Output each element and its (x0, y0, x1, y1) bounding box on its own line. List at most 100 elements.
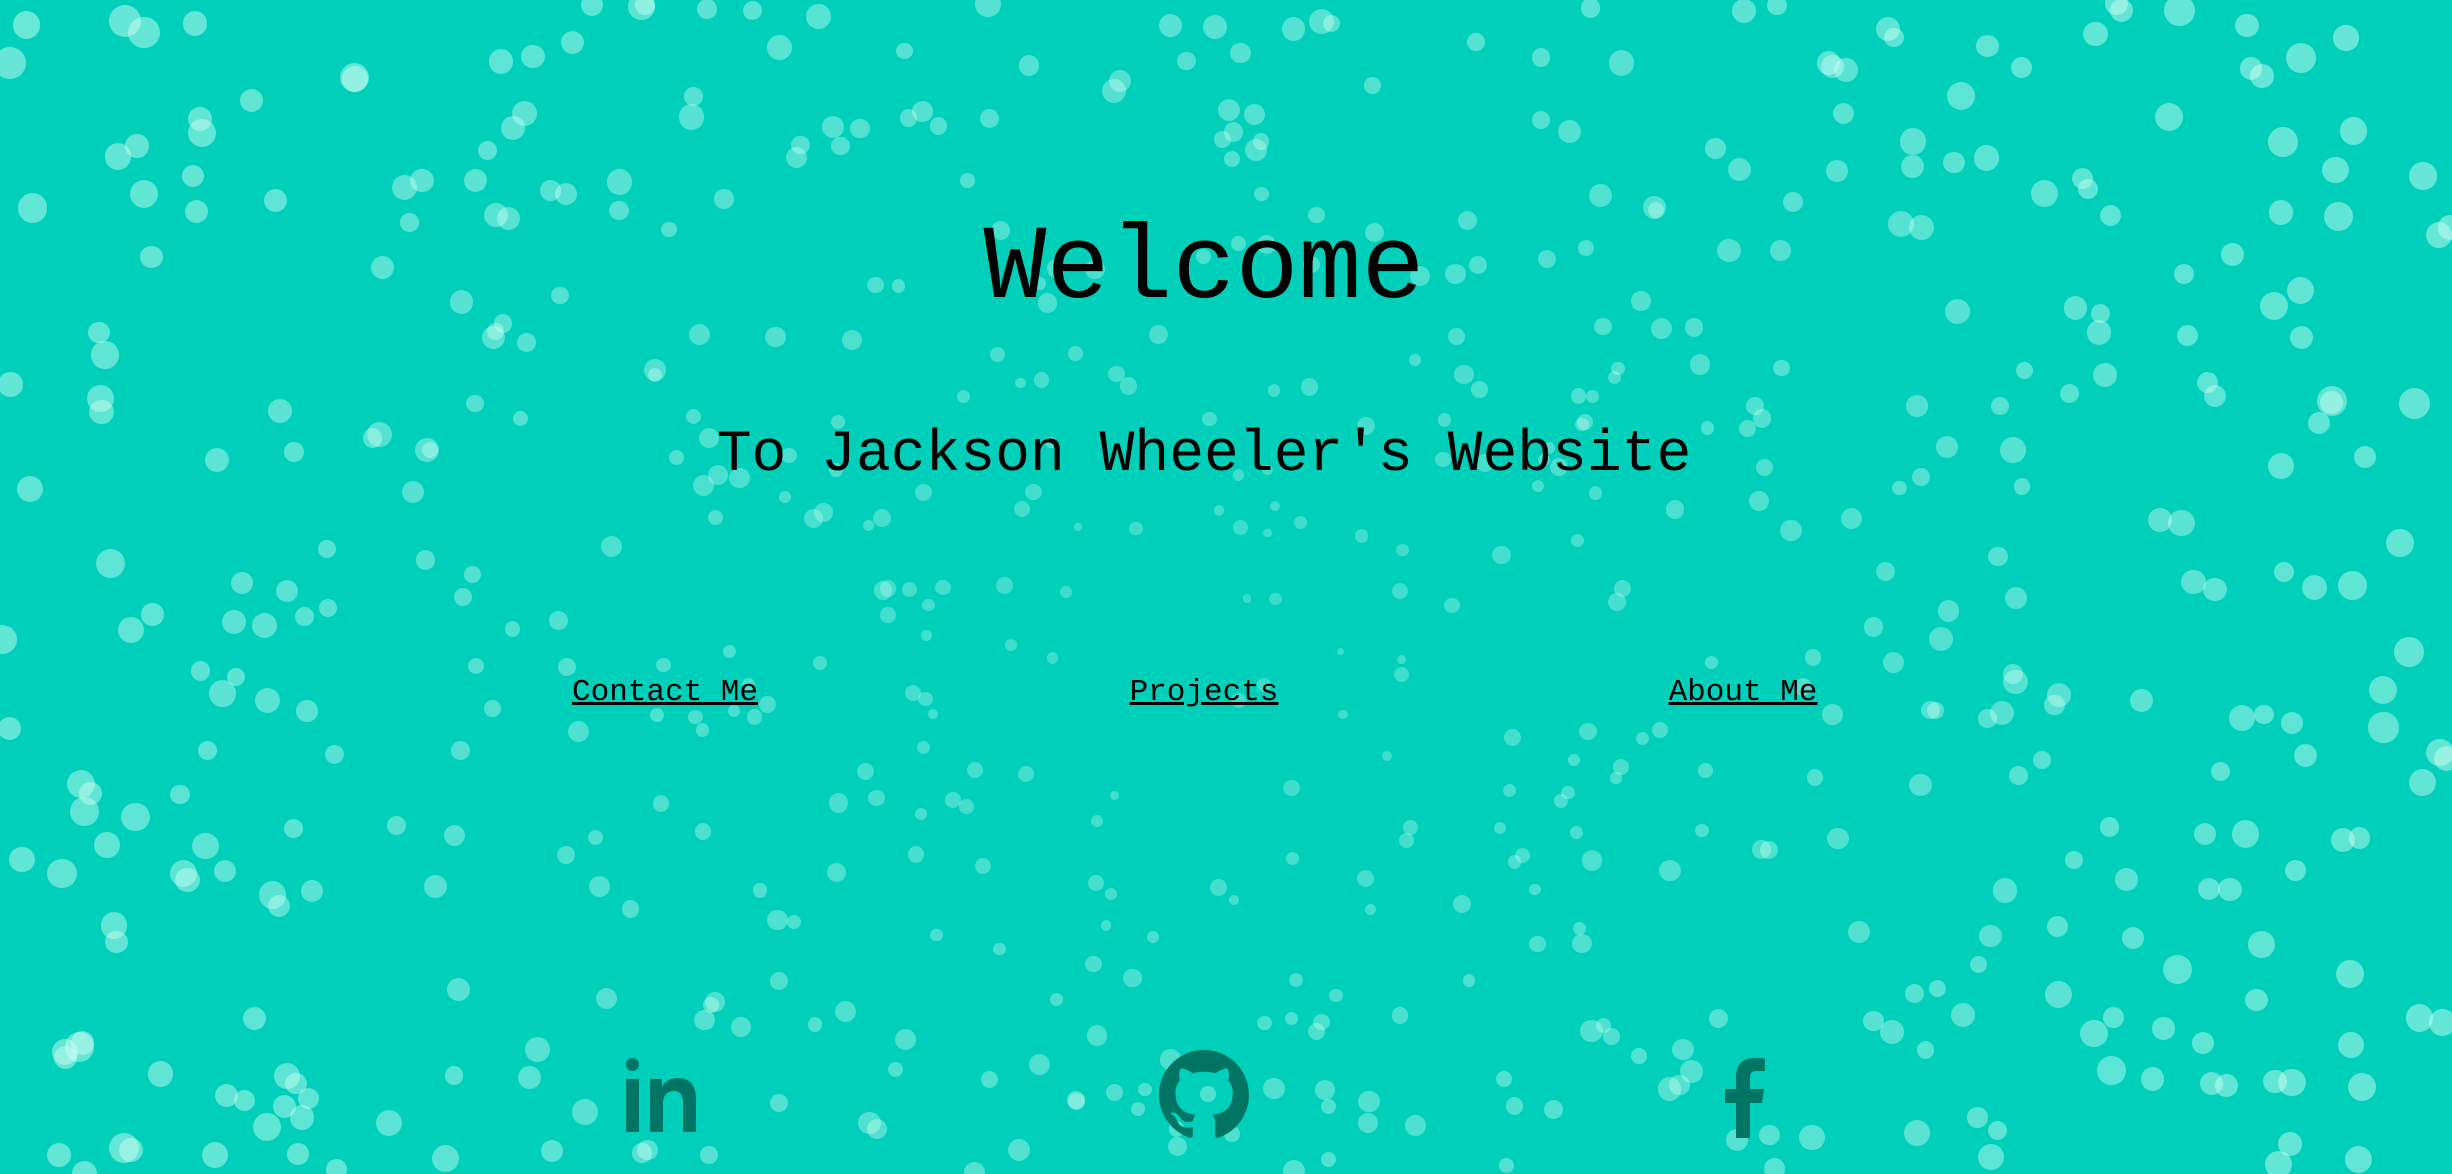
bubble (929, 117, 948, 135)
bubble (1928, 979, 1946, 997)
bubble (944, 791, 961, 808)
bubble (1498, 1157, 1515, 1174)
bubble (1557, 119, 1581, 143)
bubble (1467, 33, 1485, 51)
bubble (1242, 594, 1252, 604)
bubble (444, 1066, 464, 1085)
bubble (54, 1046, 77, 1070)
bubble (1320, 1152, 1336, 1167)
bubble (2231, 820, 2259, 848)
bubble (974, 857, 992, 875)
bubble (1017, 765, 1034, 783)
bubble (556, 845, 575, 864)
facebook-link[interactable] (1698, 1050, 1788, 1140)
bubble (2097, 1056, 2126, 1085)
bubble (1635, 731, 1650, 746)
bubble (2191, 1031, 2214, 1054)
bubble (2348, 1073, 2376, 1102)
bubble (1988, 546, 2008, 567)
bubble (71, 1160, 98, 1174)
bubble (1827, 827, 1849, 850)
bubble (742, 0, 763, 21)
bubble (1168, 1137, 1188, 1157)
bubble (1228, 894, 1240, 905)
bubble (1751, 839, 1771, 859)
bubble (1013, 500, 1031, 518)
bubble (813, 655, 827, 670)
bubble (2197, 878, 2221, 901)
about-me-link[interactable]: About Me (1543, 671, 1943, 715)
bubble (296, 700, 318, 722)
bubble (622, 900, 640, 918)
page-title: Welcome (983, 210, 1425, 329)
bubble (1495, 1070, 1513, 1088)
bubble (2140, 1067, 2164, 1091)
bubble (1504, 729, 1522, 747)
bubble (1356, 869, 1374, 887)
bubble (243, 1007, 267, 1031)
bubble (1100, 920, 1112, 931)
bubble (1580, 0, 1601, 18)
bubble (1515, 847, 1531, 863)
bubble (1108, 366, 1125, 383)
bubble (2235, 13, 2259, 38)
bubble (588, 829, 604, 845)
bubble (1659, 859, 1681, 882)
bubble (822, 116, 845, 139)
projects-link[interactable]: Projects (1004, 671, 1404, 715)
bubble (957, 390, 971, 404)
bubble (94, 832, 120, 858)
bubble (1607, 371, 1621, 385)
bubble (894, 1028, 916, 1050)
bubble (966, 761, 983, 778)
bubble (1917, 1041, 1935, 1059)
bubble (1494, 822, 1506, 834)
bubble (1282, 1159, 1306, 1174)
bubble (2338, 1032, 2365, 1059)
bubble (1672, 1038, 1694, 1061)
bubble (340, 62, 370, 93)
bubble (2245, 988, 2268, 1012)
bubble (1689, 354, 1711, 375)
bubble (1217, 99, 1241, 122)
bubble (2386, 529, 2414, 558)
bubble (785, 147, 807, 169)
bubble (95, 549, 125, 578)
bubble (1283, 780, 1300, 797)
bubble (1929, 626, 1954, 651)
bubble (996, 577, 1013, 595)
bubble (989, 346, 1006, 363)
bubble (1471, 381, 1488, 398)
bubble (916, 740, 931, 754)
bubble (888, 1062, 904, 1078)
bubble (47, 858, 77, 889)
bubble (1572, 933, 1592, 954)
bubble (1452, 894, 1471, 914)
contact-me-link[interactable]: Contact Me (465, 671, 865, 715)
linkedin-link[interactable] (620, 1050, 710, 1140)
bubble (600, 536, 622, 558)
bubble (632, 1143, 652, 1163)
bubble (980, 1071, 998, 1089)
bubble (1608, 592, 1627, 612)
bubble (700, 1146, 718, 1164)
bubble (1987, 1120, 2008, 1140)
bubble (1357, 1112, 1379, 1134)
bubble (1210, 878, 1228, 896)
bubble (1731, 0, 1757, 24)
bubble-background (0, 0, 2452, 1174)
github-link[interactable] (1159, 1050, 1249, 1140)
bubble (1951, 1002, 1976, 1028)
bubble (767, 909, 788, 930)
bubble (1067, 1092, 1085, 1110)
bubble (287, 1143, 309, 1165)
bubble (1029, 1053, 1051, 1075)
bubble (2337, 571, 2367, 600)
bubble (2333, 25, 2359, 51)
bubble (125, 134, 149, 158)
bubble (1708, 1009, 1728, 1028)
bubble (1131, 1102, 1145, 1116)
bubble (922, 598, 935, 612)
bubble (1992, 877, 2018, 903)
bubble (826, 863, 846, 882)
